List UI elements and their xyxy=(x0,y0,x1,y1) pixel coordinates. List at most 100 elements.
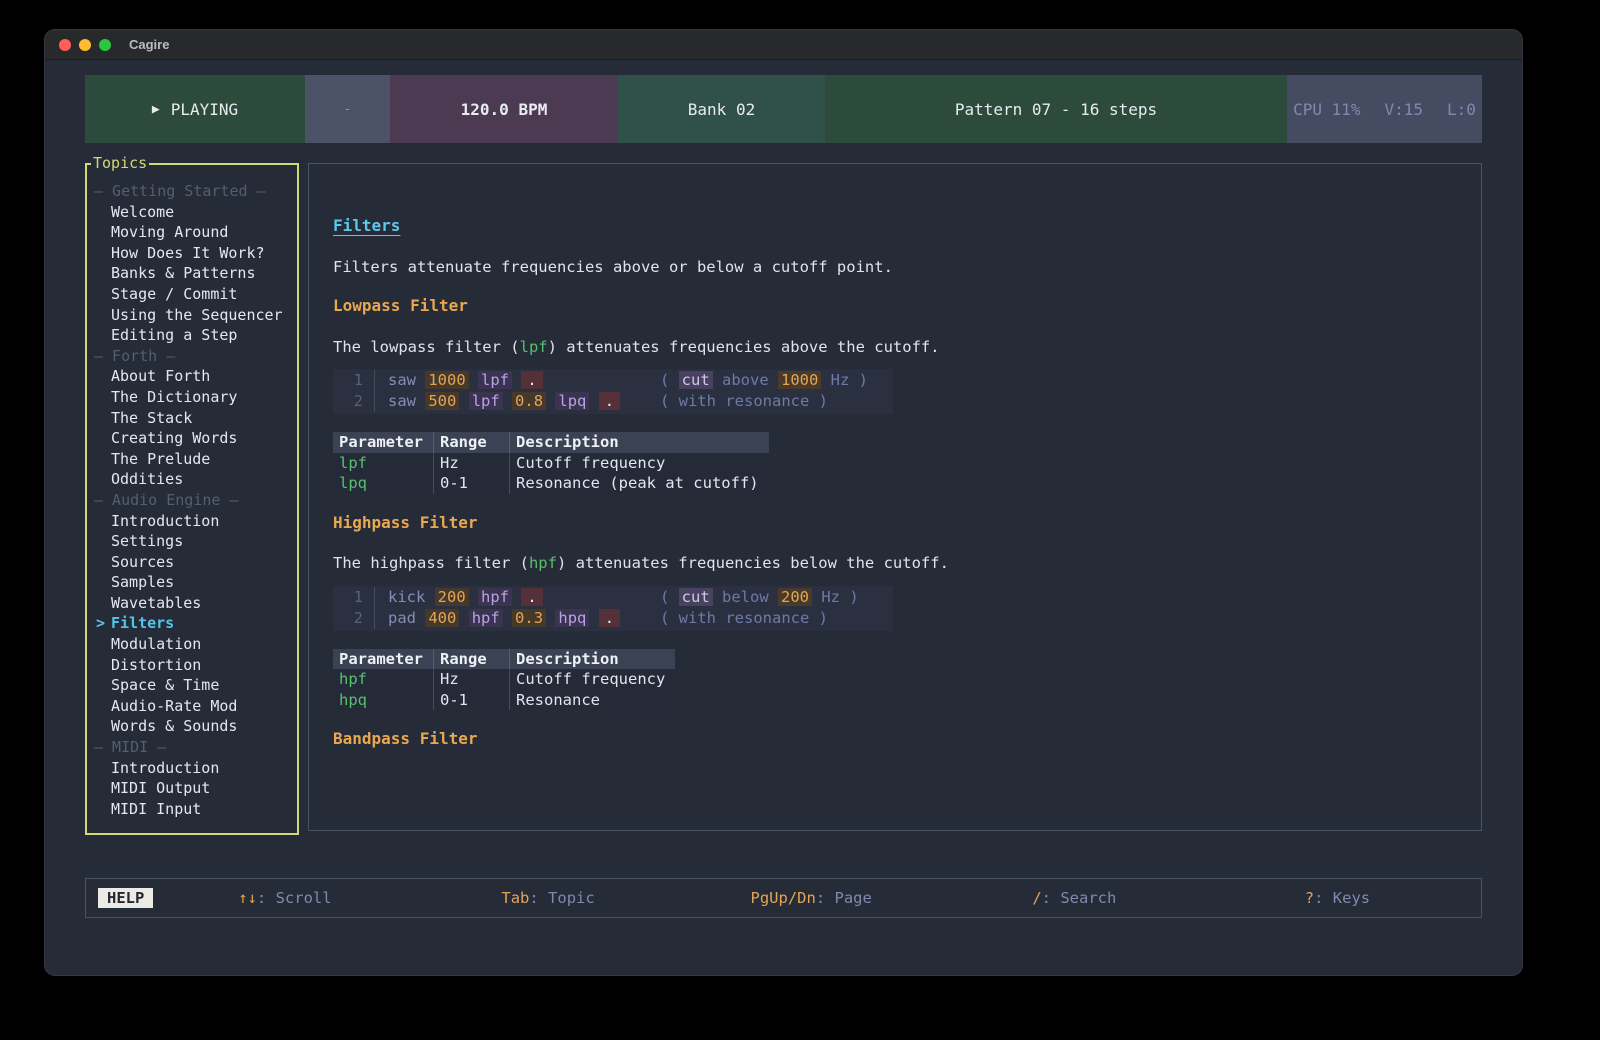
sidebar-item-words-sounds[interactable]: Words & Sounds xyxy=(94,716,297,737)
sidebar-item-filters[interactable]: >Filters xyxy=(94,613,297,634)
sidebar-item-label: Modulation xyxy=(111,635,201,653)
table-row: hpfHzCutoff frequency xyxy=(333,669,675,690)
code-main: saw 500 lpf 0.8 lpq .( with resonance ) xyxy=(374,391,828,412)
sidebar-item-how-does-it-work[interactable]: How Does It Work? xyxy=(94,243,297,264)
table-cell: Hz xyxy=(434,453,510,474)
sidebar-item-label: The Prelude xyxy=(111,450,210,468)
sidebar-item-oddities[interactable]: Oddities xyxy=(94,469,297,490)
section-paragraph: The highpass filter (hpf) attenuates fre… xyxy=(333,553,1457,574)
load-count: L:0 xyxy=(1447,100,1476,119)
table-cell: 0-1 xyxy=(434,473,510,494)
line-number: 2 xyxy=(333,608,363,629)
table-cell: hpq xyxy=(333,690,434,711)
sidebar-item-label: Wavetables xyxy=(111,594,201,612)
code-token-dot: . xyxy=(599,392,620,410)
hint-page: PgUp/Dn: Page xyxy=(680,889,943,907)
code-tokens: saw 500 lpf 0.8 lpq . xyxy=(388,391,660,412)
minimize-window-button[interactable] xyxy=(79,39,91,51)
hint-label: : Keys xyxy=(1314,889,1370,907)
sidebar-item-creating-words[interactable]: Creating Words xyxy=(94,428,297,449)
sidebar-item-label: MIDI Input xyxy=(111,800,201,818)
sidebar-item-banks-patterns[interactable]: Banks & Patterns xyxy=(94,263,297,284)
sidebar-item-introduction[interactable]: Introduction xyxy=(94,758,297,779)
help-content-panel: Filters Filters attenuate frequencies ab… xyxy=(308,163,1482,831)
sidebar-item-using-the-sequencer[interactable]: Using the Sequencer xyxy=(94,305,297,326)
table-cell: lpf xyxy=(333,453,434,474)
code-token-dot: . xyxy=(521,588,542,606)
code-line: 1kick 200 hpf .( cut below 200 Hz ) xyxy=(333,587,893,608)
code-tokens: saw 1000 lpf . xyxy=(388,370,660,391)
table-cell: hpf xyxy=(333,669,434,690)
sidebar-item-the-stack[interactable]: The Stack xyxy=(94,408,297,429)
topics-section-header: — MIDI — xyxy=(94,737,297,758)
comment-token: Hz ) xyxy=(821,371,868,389)
hint-label: : Topic xyxy=(529,889,594,907)
table-header-cell: Parameter xyxy=(333,649,434,670)
sidebar-item-label: Filters xyxy=(111,614,174,632)
sidebar-item-editing-a-step[interactable]: Editing a Step xyxy=(94,325,297,346)
sidebar-item-about-forth[interactable]: About Forth xyxy=(94,366,297,387)
code-token-num: 200 xyxy=(435,588,469,606)
sidebar-item-distortion[interactable]: Distortion xyxy=(94,655,297,676)
topics-section-header: — Forth — xyxy=(94,346,297,367)
sidebar-item-wavetables[interactable]: Wavetables xyxy=(94,593,297,614)
comment-token: above xyxy=(713,371,778,389)
table-cell: Resonance (peak at cutoff) xyxy=(510,473,769,494)
comment-token: ( with resonance ) xyxy=(660,392,828,410)
sidebar-item-label: Introduction xyxy=(111,759,219,777)
sidebar-item-moving-around[interactable]: Moving Around xyxy=(94,222,297,243)
sidebar-item-label: Introduction xyxy=(111,512,219,530)
comment-token: below xyxy=(713,588,778,606)
code-token-num: 1000 xyxy=(425,371,468,389)
sidebar-item-sources[interactable]: Sources xyxy=(94,552,297,573)
topics-panel-title: Topics xyxy=(91,153,149,174)
hint-label: : Search xyxy=(1042,889,1117,907)
code-line: 1saw 1000 lpf .( cut above 1000 Hz ) xyxy=(333,370,893,391)
code-main: saw 1000 lpf .( cut above 1000 Hz ) xyxy=(374,370,868,391)
sidebar-item-midi-output[interactable]: MIDI Output xyxy=(94,778,297,799)
sidebar-item-the-prelude[interactable]: The Prelude xyxy=(94,449,297,470)
code-example: 1saw 1000 lpf .( cut above 1000 Hz )2 saw… xyxy=(333,369,893,414)
code-comment: ( with resonance ) xyxy=(660,608,828,629)
inline-code: lpf xyxy=(520,338,548,356)
sidebar-item-midi-input[interactable]: MIDI Input xyxy=(94,799,297,820)
section-paragraph: The lowpass filter (lpf) attenuates freq… xyxy=(333,337,1457,358)
table-cell: Hz xyxy=(434,669,510,690)
hint-key: ? xyxy=(1305,889,1314,907)
page-title: Filters xyxy=(333,216,400,237)
sidebar-item-welcome[interactable]: Welcome xyxy=(94,202,297,223)
code-line: 2 saw 500 lpf 0.8 lpq .( with resonance ) xyxy=(333,391,893,412)
sidebar-item-the-dictionary[interactable]: The Dictionary xyxy=(94,387,297,408)
code-comment: ( with resonance ) xyxy=(660,391,828,412)
table-header-cell: Parameter xyxy=(333,432,434,453)
sidebar-item-space-time[interactable]: Space & Time xyxy=(94,675,297,696)
code-token-src: saw xyxy=(388,392,416,410)
code-token-dot: . xyxy=(599,609,620,627)
line-number: 2 xyxy=(333,391,363,412)
table-header-row: ParameterRangeDescription xyxy=(333,432,769,453)
sidebar-item-label: The Stack xyxy=(111,409,192,427)
table-cell: Cutoff frequency xyxy=(510,669,676,690)
sidebar-item-stage-commit[interactable]: Stage / Commit xyxy=(94,284,297,305)
paragraph-text: The highpass filter ( xyxy=(333,554,529,572)
table-cell: Resonance xyxy=(510,690,676,711)
sidebar-item-audio-rate-mod[interactable]: Audio-Rate Mod xyxy=(94,696,297,717)
sidebar-item-settings[interactable]: Settings xyxy=(94,531,297,552)
system-stats: CPU 11% V:15 L:0 xyxy=(1287,75,1482,143)
close-window-button[interactable] xyxy=(59,39,71,51)
table-header-cell: Description xyxy=(510,649,676,670)
paragraph-text: ) attenuates frequencies above the cutof… xyxy=(548,338,940,356)
sidebar-item-label: Oddities xyxy=(111,470,183,488)
code-token-word: hpf xyxy=(478,588,512,606)
zoom-window-button[interactable] xyxy=(99,39,111,51)
sidebar-item-introduction[interactable]: Introduction xyxy=(94,511,297,532)
table-cell: lpq xyxy=(333,473,434,494)
topics-section-header: — Getting Started — xyxy=(94,181,297,202)
code-main: kick 200 hpf .( cut below 200 Hz ) xyxy=(374,587,859,608)
sidebar-item-modulation[interactable]: Modulation xyxy=(94,634,297,655)
sidebar-item-samples[interactable]: Samples xyxy=(94,572,297,593)
sidebar-item-label: Sources xyxy=(111,553,174,571)
hint-key: ↑↓ xyxy=(238,889,257,907)
section-heading: Lowpass Filter xyxy=(333,296,1457,317)
table-row: lpfHzCutoff frequency xyxy=(333,453,769,474)
